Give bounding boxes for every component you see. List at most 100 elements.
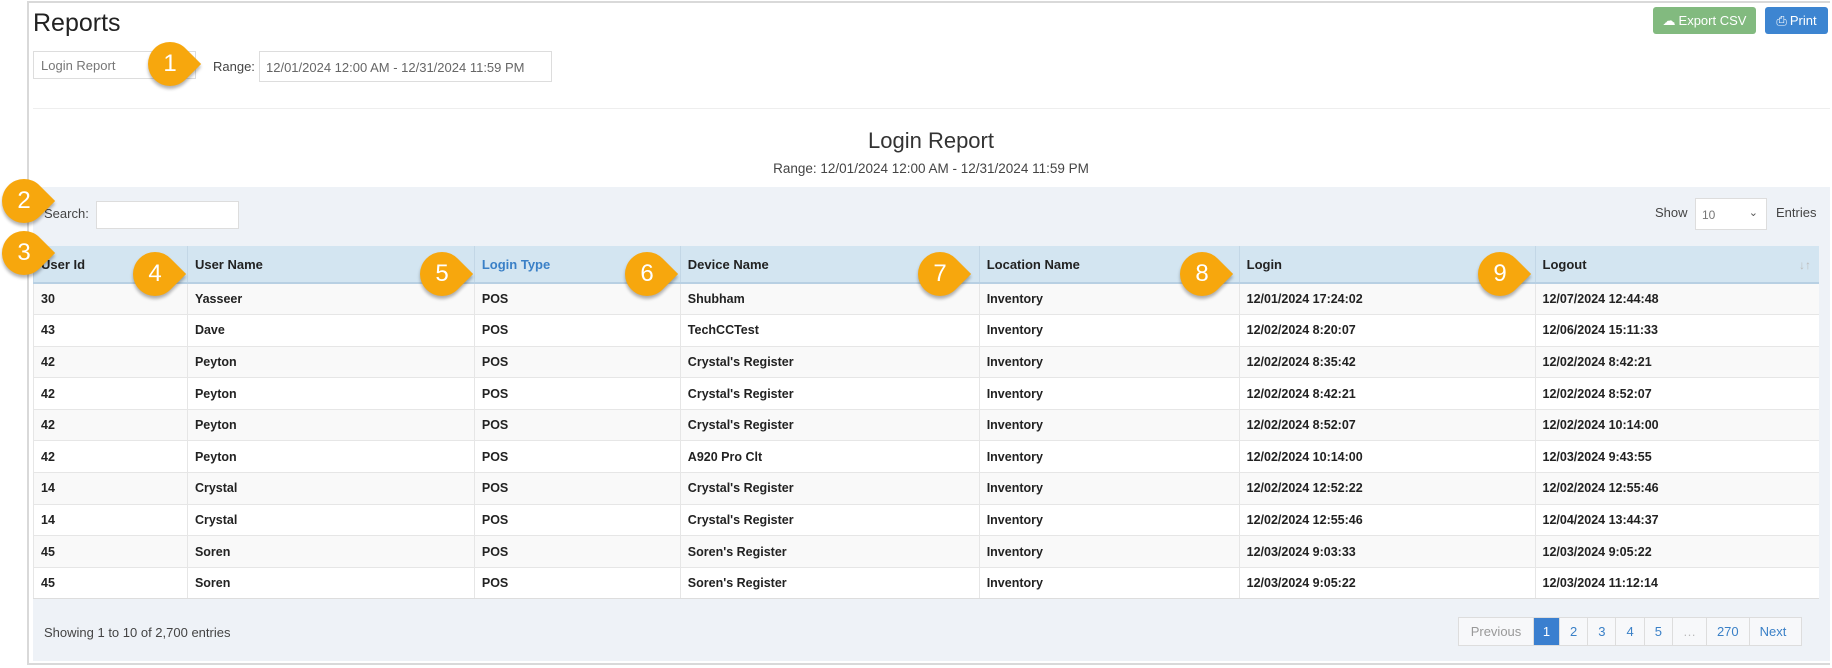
table-cell: Inventory [978, 503, 1240, 536]
table-cell: 14 [33, 472, 188, 505]
print-button[interactable]: ⎙ Print [1765, 7, 1828, 34]
table-row: 14 Crystal POS Crystal's Register Inventory 1… [33, 472, 1819, 505]
table-cell: 12/02/2024 8:42:21 [1534, 345, 1819, 378]
table-row: 45 Soren POS Soren's Register Inventory 12/03… [33, 566, 1819, 600]
table-cell: 12/02/2024 10:14:00 [1534, 408, 1819, 441]
table-row: 14 Crystal POS Crystal's Register Inventory 1… [33, 503, 1819, 536]
table-cell: 42 [33, 345, 188, 378]
next-button[interactable]: Next [1748, 618, 1801, 645]
printer-icon: ⎙ [1776, 12, 1787, 28]
table-cell: Soren [186, 535, 475, 568]
page-4-button[interactable]: 4 [1615, 618, 1643, 645]
table-cell: Inventory [978, 377, 1240, 410]
page-title: Reports [33, 9, 121, 37]
table-cell: 12/07/2024 12:44:48 [1534, 282, 1819, 315]
table-cell: Inventory [978, 535, 1240, 568]
page-270-button[interactable]: 270 [1705, 618, 1749, 645]
table-cell: Inventory [978, 408, 1240, 441]
chevron-down-icon: ⌄ [1748, 207, 1758, 219]
search-input[interactable] [96, 201, 239, 229]
entries-info: Showing 1 to 10 of 2,700 entries [44, 625, 231, 640]
table-cell: Peyton [186, 440, 475, 473]
page-2-button[interactable]: 2 [1559, 618, 1587, 645]
table-cell: Crystal's Register [679, 472, 980, 505]
callout-marker: 9 [1468, 242, 1532, 306]
entries-select[interactable]: 10 ⌄ [1695, 198, 1767, 230]
callout-marker: 8 [1170, 242, 1234, 306]
table-cell: POS [473, 566, 681, 600]
table-cell: POS [473, 345, 681, 378]
callout-marker: 4 [123, 242, 187, 306]
range-input[interactable]: 12/01/2024 12:00 AM - 12/31/2024 11:59 P… [259, 51, 552, 82]
table-cell: Crystal [186, 503, 475, 536]
table-cell: Peyton [186, 408, 475, 441]
table-cell: 12/03/2024 11:12:14 [1534, 566, 1819, 600]
table-cell: 12/03/2024 9:43:55 [1534, 440, 1819, 473]
table-cell: 12/02/2024 8:42:21 [1238, 377, 1536, 410]
table-cell: 12/02/2024 10:14:00 [1238, 440, 1536, 473]
table-cell: 12/02/2024 12:55:46 [1534, 472, 1819, 505]
table-cell: 12/03/2024 9:05:22 [1534, 535, 1819, 568]
table-cell: 12/02/2024 8:52:07 [1534, 377, 1819, 410]
pagination: Previous 1 2 3 4 5… 270 Next [1458, 617, 1802, 646]
table-row: 42 Peyton POS A920 Pro Clt Inventory 12/02/20… [33, 440, 1819, 473]
table-row: 43 Dave POS TechCCTest Inventory 12/02/2024 8… [33, 314, 1819, 347]
callout-marker: 6 [615, 242, 679, 306]
export-csv-button[interactable]: ☁ Export CSV [1653, 7, 1756, 34]
divider [33, 108, 1830, 109]
table-cell: POS [473, 314, 681, 347]
table-cell: 43 [33, 314, 188, 347]
page-1-button[interactable]: 1 [1533, 618, 1559, 645]
report-title: Login Report [868, 128, 994, 153]
callout-marker: 1 [138, 32, 202, 96]
page-5-button[interactable]: 5 [1643, 618, 1672, 645]
range-label: Range: [213, 59, 255, 74]
entries-label: Entries [1776, 205, 1817, 220]
table-cell: Peyton [186, 377, 475, 410]
table-cell: 12/03/2024 9:03:33 [1238, 535, 1536, 568]
table-cell: 45 [33, 535, 188, 568]
table-cell: POS [473, 535, 681, 568]
show-label: Show [1655, 205, 1688, 220]
callout-marker: 7 [908, 242, 972, 306]
table-cell: Crystal's Register [679, 345, 980, 378]
table-cell: 45 [33, 566, 188, 600]
table-cell: 12/06/2024 15:11:33 [1534, 314, 1819, 347]
table-cell: Inventory [978, 345, 1240, 378]
login-table: User Id User Name Login Type Device Name Loc… [33, 246, 1819, 600]
table-cell: POS [473, 472, 681, 505]
table-row: 45 Soren POS Soren's Register Inventory 12/03… [33, 535, 1819, 568]
table-cell: Inventory [978, 314, 1240, 347]
table-cell: POS [473, 408, 681, 441]
sort-icon[interactable]: ↓↑ [1799, 258, 1811, 272]
callout-marker: 5 [410, 242, 474, 306]
table-cell: 12/02/2024 8:20:07 [1238, 314, 1536, 347]
cloud-download-icon: ☁ [1662, 12, 1676, 28]
page-3-button[interactable]: 3 [1587, 618, 1615, 645]
table-cell: Peyton [186, 345, 475, 378]
table-cell: Crystal's Register [679, 503, 980, 536]
table-cell: Soren [186, 566, 475, 600]
column-header-logout[interactable]: Logout ↓↑ [1534, 246, 1819, 284]
table-cell: A920 Pro Clt [679, 440, 980, 473]
table-cell: Crystal's Register [679, 377, 980, 410]
table-cell: 12/02/2024 12:55:46 [1238, 503, 1536, 536]
table-cell: Inventory [978, 440, 1240, 473]
table-row: 42 Peyton POS Crystal's Register Inventory 12… [33, 345, 1819, 378]
table-cell: 42 [33, 377, 188, 410]
table-cell: 12/02/2024 12:52:22 [1238, 472, 1536, 505]
table-cell: Crystal's Register [679, 408, 980, 441]
previous-button[interactable]: Previous [1459, 618, 1533, 645]
table-cell: POS [473, 440, 681, 473]
table-cell: 12/02/2024 8:52:07 [1238, 408, 1536, 441]
table-cell: Soren's Register [679, 566, 980, 600]
pagination-ellipsis: … [1671, 618, 1706, 645]
table-row: 42 Peyton POS Crystal's Register Inventory 12… [33, 408, 1819, 441]
table-cell: 12/04/2024 13:44:37 [1534, 503, 1819, 536]
table-cell: Inventory [978, 472, 1240, 505]
table-row: 42 Peyton POS Crystal's Register Inventory 12… [33, 377, 1819, 410]
table-cell: 12/03/2024 9:05:22 [1238, 566, 1536, 600]
table-cell: 42 [33, 440, 188, 473]
table-cell: POS [473, 377, 681, 410]
table-cell: Soren's Register [679, 535, 980, 568]
